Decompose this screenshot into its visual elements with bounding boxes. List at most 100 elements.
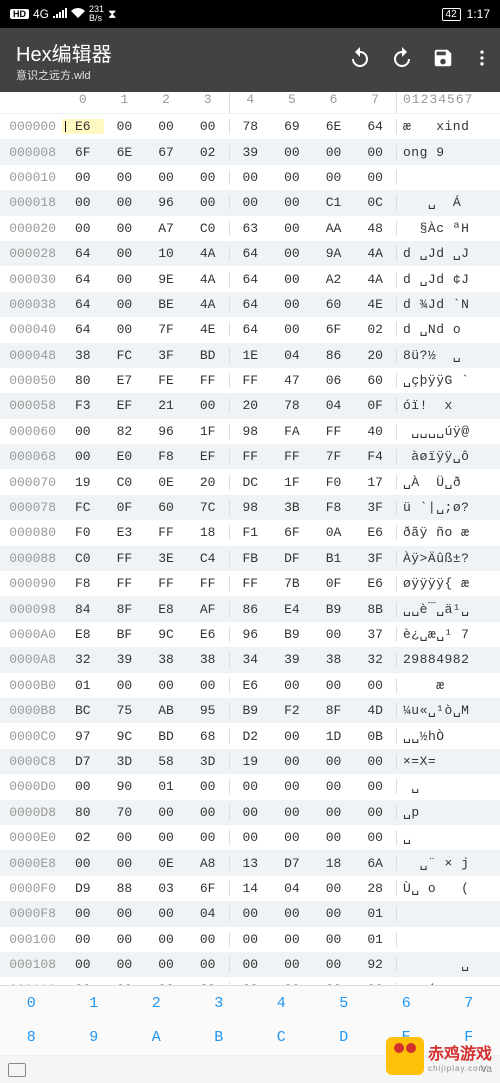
hex-byte[interactable]: 00 bbox=[313, 906, 355, 921]
hex-row[interactable]: 000098848FE8AF86E4B98B␣␣è¯␣ä¹␣ bbox=[0, 596, 500, 621]
hex-byte[interactable]: 00 bbox=[313, 881, 355, 896]
hex-row[interactable]: 00004838FC3FBD1E0486208ü?½ ␣ bbox=[0, 343, 500, 368]
hex-row[interactable]: 0000B001000000E6000000 æ bbox=[0, 673, 500, 698]
hex-row[interactable]: 000080F0E3FF18F16F0AE6ðãÿ ño æ bbox=[0, 520, 500, 545]
hex-byte[interactable]: 00 bbox=[313, 170, 355, 185]
hex-byte[interactable]: 00 bbox=[62, 779, 104, 794]
hex-byte[interactable]: 6E bbox=[104, 145, 146, 160]
hex-byte[interactable]: 20 bbox=[354, 348, 396, 363]
hex-byte[interactable]: 9E bbox=[145, 272, 187, 287]
keyboard-icon[interactable] bbox=[8, 1063, 26, 1077]
hex-byte[interactable]: 48 bbox=[354, 221, 396, 236]
hex-byte[interactable]: 19 bbox=[62, 475, 104, 490]
row-ascii[interactable]: è¿␣æ␣¹ 7 bbox=[396, 627, 500, 642]
hex-byte[interactable]: E3 bbox=[104, 525, 146, 540]
hex-row[interactable]: 0000C8D73D583D19000000×=X= bbox=[0, 749, 500, 774]
hex-byte[interactable]: 00 bbox=[271, 170, 313, 185]
hex-byte[interactable]: 68 bbox=[187, 729, 229, 744]
row-ascii[interactable]: d ␣Jd ¢J bbox=[396, 272, 500, 287]
hex-byte[interactable]: 7B bbox=[271, 576, 313, 591]
hex-byte[interactable]: 64 bbox=[62, 272, 104, 287]
hex-byte[interactable]: D7 bbox=[62, 754, 104, 769]
hex-row[interactable]: 0000F80000000400000001 bbox=[0, 901, 500, 926]
hex-byte[interactable]: 00 bbox=[104, 957, 146, 972]
hex-byte[interactable]: 7F bbox=[145, 322, 187, 337]
hex-row[interactable]: 0000386400BE4A6400604Ed ¾Jd `N bbox=[0, 292, 500, 317]
hex-byte[interactable]: 84 bbox=[62, 602, 104, 617]
hex-byte[interactable]: 00 bbox=[187, 195, 229, 210]
hex-byte[interactable]: AA bbox=[313, 221, 355, 236]
hex-byte[interactable]: 28 bbox=[354, 881, 396, 896]
hex-byte[interactable]: 88 bbox=[104, 881, 146, 896]
row-ascii[interactable]: ü `|␣;ø? bbox=[396, 500, 500, 515]
hex-byte[interactable]: 00 bbox=[313, 145, 355, 160]
hex-byte[interactable]: F4 bbox=[354, 449, 396, 464]
hex-byte[interactable]: 00 bbox=[271, 145, 313, 160]
hex-byte[interactable]: FF bbox=[187, 373, 229, 388]
hex-byte[interactable]: 60 bbox=[313, 297, 355, 312]
hex-row[interactable]: 00006800E0F8EFFFFF7FF4 àøïÿÿ␣ô bbox=[0, 444, 500, 469]
hex-byte[interactable]: 00 bbox=[354, 779, 396, 794]
hex-byte[interactable]: 00 bbox=[62, 170, 104, 185]
row-ascii[interactable] bbox=[396, 170, 500, 185]
hex-byte[interactable]: 00 bbox=[271, 830, 313, 845]
hex-byte[interactable]: 00 bbox=[271, 272, 313, 287]
hex-byte[interactable]: 96 bbox=[145, 424, 187, 439]
hex-byte[interactable]: 04 bbox=[271, 348, 313, 363]
hex-byte[interactable]: 00 bbox=[313, 932, 355, 947]
hex-byte[interactable]: FF bbox=[187, 576, 229, 591]
hex-byte[interactable]: 00 bbox=[187, 932, 229, 947]
hex-byte[interactable]: 97 bbox=[62, 729, 104, 744]
hex-byte[interactable]: 0B bbox=[354, 729, 396, 744]
hex-byte[interactable]: 00 bbox=[271, 957, 313, 972]
hex-row[interactable]: 0000C0979CBD68D2001D0B␣␣½hÒ bbox=[0, 723, 500, 748]
hex-byte[interactable]: 02 bbox=[62, 830, 104, 845]
hex-byte[interactable]: 00 bbox=[62, 221, 104, 236]
hex-byte[interactable]: D7 bbox=[271, 856, 313, 871]
hex-byte[interactable]: 20 bbox=[187, 475, 229, 490]
hex-row[interactable]: 0000600082961F98FAFF40 ␣␣␣␣úÿ@ bbox=[0, 419, 500, 444]
hex-byte[interactable]: 01 bbox=[354, 932, 396, 947]
hex-row[interactable]: 0001080000000000000092 ␣ bbox=[0, 952, 500, 977]
hex-byte[interactable]: 00 bbox=[354, 145, 396, 160]
hex-byte[interactable]: 0E bbox=[145, 856, 187, 871]
hex-byte[interactable]: BC bbox=[62, 703, 104, 718]
hex-byte[interactable]: 38 bbox=[145, 652, 187, 667]
hex-byte[interactable]: 64 bbox=[62, 322, 104, 337]
hex-byte[interactable]: 82 bbox=[104, 424, 146, 439]
hex-byte[interactable]: 00 bbox=[104, 246, 146, 261]
hex-byte[interactable]: FC bbox=[62, 500, 104, 515]
hex-byte[interactable]: 92 bbox=[354, 957, 396, 972]
hex-byte[interactable]: E6 bbox=[62, 119, 104, 134]
hex-byte[interactable]: 32 bbox=[62, 652, 104, 667]
hex-byte[interactable]: 00 bbox=[313, 627, 355, 642]
hex-byte[interactable]: 7F bbox=[313, 449, 355, 464]
hex-byte[interactable]: 64 bbox=[62, 246, 104, 261]
hex-byte[interactable]: E8 bbox=[145, 602, 187, 617]
keypad-3[interactable]: 3 bbox=[188, 986, 251, 1021]
hex-row[interactable]: 0000B8BC75AB95B9F28F4D¼u«␣¹ò␣M bbox=[0, 698, 500, 723]
keypad-A[interactable]: A bbox=[125, 1021, 188, 1056]
hex-byte[interactable]: 3D bbox=[104, 754, 146, 769]
hex-row[interactable]: 000000E600000078696E64æ xind bbox=[0, 114, 500, 139]
hex-byte[interactable]: 0F bbox=[104, 500, 146, 515]
hex-byte[interactable]: 98 bbox=[229, 500, 272, 515]
hex-byte[interactable]: 19 bbox=[229, 754, 272, 769]
row-ascii[interactable]: ␣␣½hÒ bbox=[396, 729, 500, 744]
hex-byte[interactable]: 6F bbox=[313, 322, 355, 337]
row-ascii[interactable]: ␣À Ü␣ð bbox=[396, 475, 500, 490]
hex-byte[interactable]: 00 bbox=[104, 221, 146, 236]
hex-byte[interactable]: 38 bbox=[313, 652, 355, 667]
hex-byte[interactable]: 00 bbox=[354, 830, 396, 845]
hex-byte[interactable]: 32 bbox=[354, 652, 396, 667]
hex-viewport[interactable]: 000000E600000078696E64æ xind0000086F6E67… bbox=[0, 114, 500, 1004]
hex-byte[interactable]: 6F bbox=[271, 525, 313, 540]
hex-byte[interactable]: BD bbox=[187, 348, 229, 363]
hex-byte[interactable]: BF bbox=[104, 627, 146, 642]
hex-byte[interactable]: 00 bbox=[354, 170, 396, 185]
hex-byte[interactable]: E6 bbox=[187, 627, 229, 642]
hex-byte[interactable]: 80 bbox=[62, 373, 104, 388]
row-ascii[interactable]: ␣çþÿÿG ` bbox=[396, 373, 500, 388]
hex-byte[interactable]: 0F bbox=[313, 576, 355, 591]
hex-byte[interactable]: E6 bbox=[354, 576, 396, 591]
